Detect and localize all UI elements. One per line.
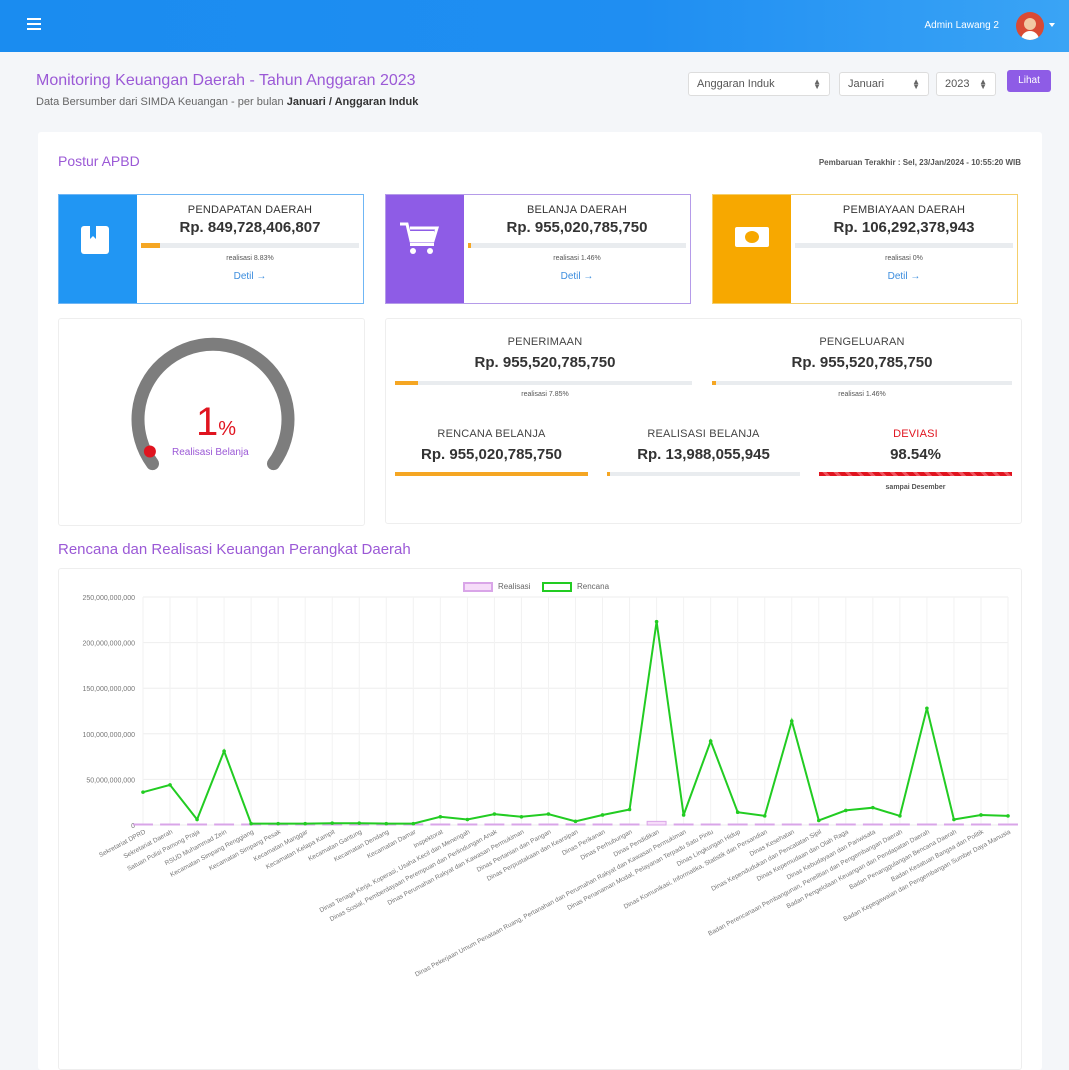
realisasi-bar: [484, 823, 505, 826]
realisasi-bar: [673, 823, 694, 826]
realisasi-bar: [889, 823, 910, 826]
realisasi-bar: [916, 823, 937, 826]
realisasi-bar: [214, 823, 235, 826]
y-tick-label: 250,000,000,000: [82, 595, 135, 602]
realisasi-bar: [754, 823, 775, 826]
rencana-point: [222, 749, 226, 753]
realisasi-bar: [998, 823, 1018, 826]
y-tick-label: 100,000,000,000: [82, 732, 135, 739]
realisasi-bar: [971, 823, 991, 826]
realisasi-bar: [835, 823, 856, 826]
rencana-point: [303, 821, 307, 826]
rencana-point: [492, 812, 497, 816]
realisasi-bar: [187, 823, 208, 826]
rencana-point: [438, 814, 443, 819]
rencana-point: [411, 821, 416, 826]
realisasi-bar: [430, 823, 451, 826]
rencana-point: [249, 821, 253, 826]
rencana-point: [762, 814, 767, 818]
rencana-point: [195, 817, 199, 822]
realisasi-bar: [511, 823, 532, 826]
rencana-point: [654, 619, 659, 624]
rencana-point: [600, 813, 605, 817]
rencana-point: [546, 812, 551, 816]
rencana-point: [1006, 814, 1010, 818]
realisasi-bar: [592, 823, 613, 826]
rencana-point: [330, 821, 335, 825]
realisasi-bar: [538, 823, 559, 826]
rencana-point: [979, 813, 983, 817]
rencana-point: [952, 817, 956, 822]
rencana-point: [708, 739, 713, 743]
realisasi-bar: [160, 823, 180, 826]
realisasi-bar: [565, 823, 586, 826]
realisasi-bar: [943, 823, 964, 826]
realisasi-bar: [457, 823, 478, 826]
realisasi-bar: [646, 820, 667, 826]
rencana-point: [465, 817, 470, 822]
rencana-point: [898, 814, 902, 818]
rencana-point: [519, 814, 524, 819]
realisasi-bar: [727, 823, 748, 826]
rencana-point: [816, 818, 821, 823]
rencana-point: [357, 821, 362, 825]
rencana-point: [735, 810, 740, 815]
rencana-point: [141, 790, 145, 794]
rencana-point: [627, 807, 632, 812]
y-tick-label: 50,000,000,000: [86, 777, 135, 784]
rencana-point: [384, 821, 389, 826]
rencana-point: [789, 719, 794, 723]
realisasi-bar: [700, 823, 721, 826]
rencana-point: [681, 813, 686, 817]
rencana-point: [573, 819, 578, 824]
rencana-point: [871, 805, 875, 810]
rencana-point: [925, 706, 929, 711]
rencana-point: [276, 821, 280, 826]
realisasi-rencana-chart: 050,000,000,000100,000,000,000150,000,00…: [82, 595, 1018, 978]
realisasi-bar: [862, 823, 883, 826]
y-tick-label: 200,000,000,000: [82, 641, 135, 648]
realisasi-bar: [619, 823, 640, 826]
rencana-point: [168, 783, 172, 787]
realisasi-bar: [133, 823, 153, 826]
realisasi-bar: [781, 823, 802, 826]
rencana-point: [844, 808, 848, 813]
realisasi-bar: [808, 823, 829, 826]
y-tick-label: 150,000,000,000: [82, 686, 135, 693]
x-tick-label: Kecamatan Damar: [366, 828, 418, 860]
